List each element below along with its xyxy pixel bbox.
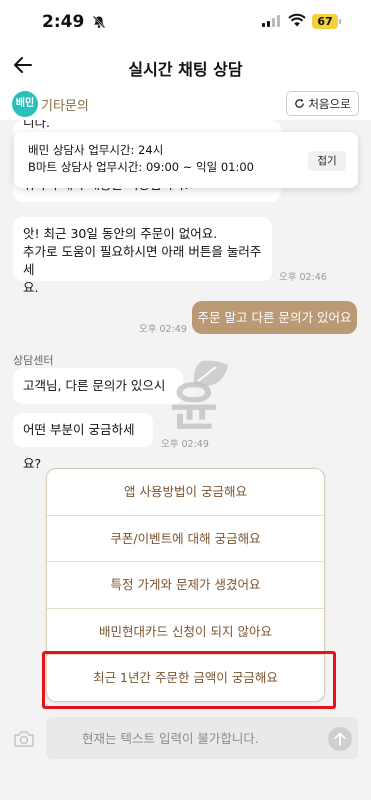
chat-area[interactable]: 니다. 위하여 대화 내용은 저장됩니다. 배민 상담사 업무시간: 24시 B… [0,120,371,710]
notice-line: B마트 상담사 업무시간: 09:00 ~ 익일 01:00 [28,160,254,174]
message-bubble-ask: 어떤 부분이 궁금하세요? [13,413,153,471]
input-bar [0,712,371,800]
option-coupon-event[interactable]: 쿠폰/이벤트에 대해 궁금해요 [47,516,324,562]
arrow-up-icon [334,732,346,746]
send-button[interactable] [328,727,352,751]
camera-icon[interactable] [13,729,35,749]
message-time: 오후 02:49 [139,324,187,335]
sender-name: 상담센터 [13,354,54,367]
watermark-logo: 윤 [170,360,228,438]
category-bar: 배민 기타문의 처음으로 [0,90,371,120]
refresh-icon [295,98,305,108]
option-baemin-card[interactable]: 배민현대카드 신청이 되지 않아요 [47,609,324,655]
page-title: 실시간 채팅 상담 [128,60,243,79]
message-input[interactable] [46,717,358,759]
collapse-button[interactable]: 접기 [308,151,346,171]
nav-bar: 실시간 채팅 상담 [0,44,371,90]
message-text: 요. [23,280,39,295]
status-time: 2:49 [42,12,85,32]
my-message-bubble: 주문 말고 다른 문의가 있어요 [192,301,357,334]
status-bar: 2:49 67 [0,0,371,44]
message-text: 추가로 도움이 필요하시면 아래 버튼을 눌러주세 [23,244,262,277]
option-app-usage[interactable]: 앱 사용방법이 궁금해요 [47,469,324,516]
battery-icon: 67 [312,14,341,29]
quick-reply-options: 앱 사용방법이 궁금해요 쿠폰/이벤트에 대해 궁금해요 특정 가게와 문제가 … [46,468,325,702]
message-bubble-no-order: 앗! 최근 30일 동안의 주문이 없어요. 추가로 도움이 필요하시면 아래 … [13,217,272,295]
bell-slash-icon [92,15,106,29]
message-text: 니다. [23,120,50,130]
message-time: 오후 02:46 [279,272,327,283]
option-yearly-order-amount[interactable]: 최근 1년간 주문한 금액이 궁금해요 [47,655,324,701]
option-store-problem[interactable]: 특정 가게와 문제가 생겼어요 [47,562,324,609]
wifi-icon [288,13,306,27]
restart-button-label: 처음으로 [308,96,351,111]
baemin-logo: 배민 [12,91,38,117]
category-label: 기타문의 [41,99,89,114]
restart-button[interactable]: 처음으로 [286,91,359,116]
notice-line: 배민 상담사 업무시간: 24시 [28,143,164,157]
business-hours-notice: 배민 상담사 업무시간: 24시 B마트 상담사 업무시간: 09:00 ~ 익… [14,132,358,188]
svg-text:윤: 윤 [170,378,218,438]
message-text: 앗! 최근 30일 동안의 주문이 없어요. [23,226,218,241]
signal-icon [262,15,280,27]
